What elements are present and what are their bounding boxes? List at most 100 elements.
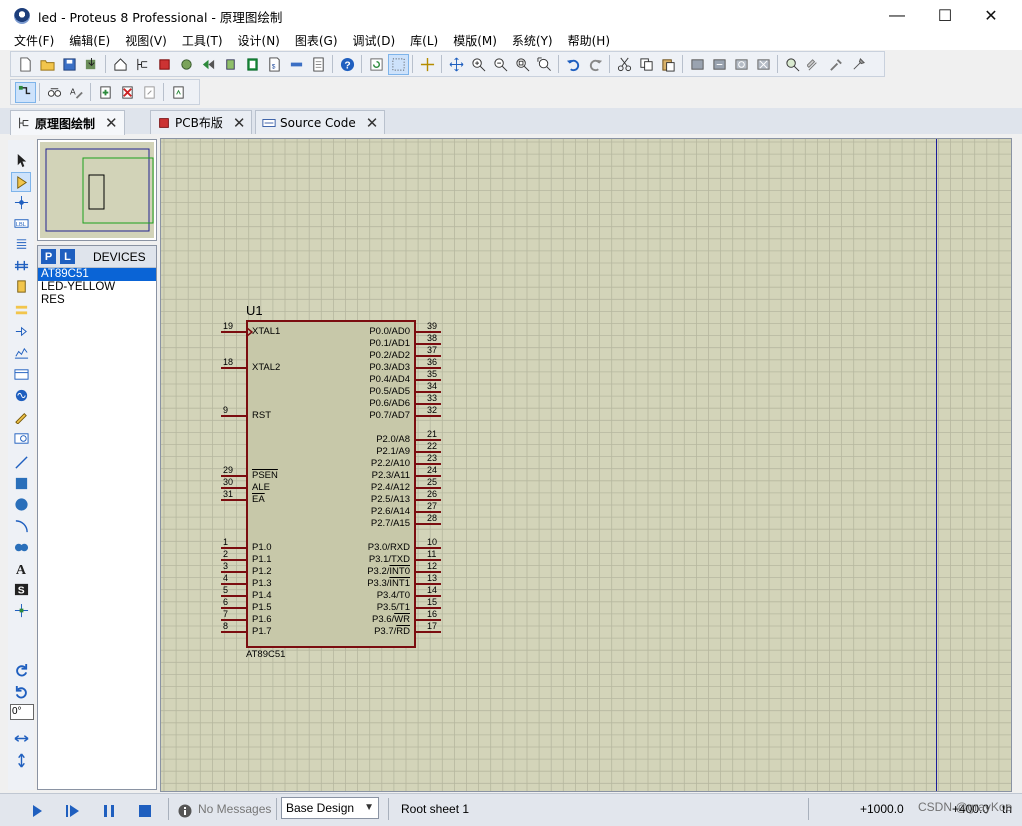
bom-icon[interactable] [242,54,263,75]
overview-window[interactable] [37,139,157,241]
generator-icon[interactable] [11,385,31,405]
menu-graph[interactable]: 图表(G) [287,32,345,50]
exit-to-parent-icon[interactable] [139,82,160,103]
device-item[interactable]: RES [38,294,156,307]
schematic-capture-icon[interactable] [132,54,153,75]
tab-pcb[interactable]: PCB布版 ✕ [150,110,253,134]
menu-file[interactable]: 文件(F) [0,32,61,50]
box-tool-icon[interactable] [11,473,31,493]
zoom-all-icon[interactable] [512,54,533,75]
tape-recorder-icon[interactable] [11,364,31,384]
buses-icon[interactable] [11,255,31,275]
make-device-icon[interactable] [804,54,825,75]
new-sheet-icon[interactable] [95,82,116,103]
circle-tool-icon[interactable] [11,494,31,514]
close-button[interactable]: ✕ [968,0,1014,32]
open-folder-icon[interactable] [37,54,58,75]
voltage-probe-icon[interactable] [11,406,31,426]
help-icon[interactable]: ? [337,54,358,75]
pan-icon[interactable] [446,54,467,75]
at89c51-component[interactable] [161,139,1011,791]
device-item[interactable]: LED-YELLOW [38,281,156,294]
graph-mode-icon[interactable] [11,342,31,362]
terminals-icon[interactable] [11,300,31,320]
menu-edit[interactable]: 编辑(E) [61,32,117,50]
wire-label-icon[interactable]: LBL [11,213,31,233]
tab-source-code[interactable]: Source Code ✕ [255,110,386,134]
zoom-out-icon[interactable] [490,54,511,75]
source-file-icon[interactable]: $ [264,54,285,75]
tab-schematic[interactable]: 原理图绘制 ✕ [10,110,125,135]
pcb-layout-icon[interactable] [154,54,175,75]
stop-icon[interactable] [136,802,154,820]
redo-icon[interactable] [585,54,606,75]
cut-icon[interactable] [614,54,635,75]
packaging-tool-icon[interactable] [826,54,847,75]
component-mode-icon[interactable] [11,172,31,192]
step-icon[interactable] [64,802,82,820]
rotate-clockwise-icon[interactable] [11,660,31,680]
menu-library[interactable]: 库(L) [402,32,445,50]
virtual-instruments-icon[interactable] [11,428,31,448]
pause-icon[interactable] [100,802,118,820]
3d-viewer-icon[interactable] [176,54,197,75]
paste-icon[interactable] [658,54,679,75]
line-tool-icon[interactable] [11,452,31,472]
block-copy-icon[interactable] [687,54,708,75]
remove-sheet-icon[interactable] [117,82,138,103]
schematic-canvas[interactable]: 19 XTAL1 18 XTAL2 9 RST 29 PSEN 30 ALE 31 EA 1 P1.0 2 P… [160,138,1012,792]
rotate-anticlockwise-icon[interactable] [11,682,31,702]
pick-device-icon[interactable] [782,54,803,75]
close-tab-icon[interactable]: ✕ [366,114,379,132]
pick-devices-button[interactable]: P [41,249,56,264]
menu-tools[interactable]: 工具(T) [174,32,230,50]
arc-tool-icon[interactable] [11,516,31,536]
play-icon[interactable] [28,802,46,820]
mirror-vertical-icon[interactable] [11,750,31,770]
zoom-in-icon[interactable] [468,54,489,75]
menu-debug[interactable]: 调试(D) [345,32,403,50]
marker-tool-icon[interactable] [11,600,31,620]
text-tool-icon[interactable]: A [11,558,31,578]
component-icon[interactable] [286,54,307,75]
minimize-button[interactable]: — [874,0,920,32]
menu-template[interactable]: 模版(M) [445,32,504,50]
menu-design[interactable]: 设计(N) [230,32,287,50]
block-move-icon[interactable] [709,54,730,75]
refresh-icon[interactable] [366,54,387,75]
menu-system[interactable]: 系统(Y) [504,32,560,50]
decompose-icon[interactable] [848,54,869,75]
maximize-button[interactable]: ☐ [922,0,968,32]
zoom-area-icon[interactable] [534,54,555,75]
copy-icon[interactable] [636,54,657,75]
text-script-icon[interactable] [11,234,31,254]
notes-icon[interactable] [308,54,329,75]
block-delete-icon[interactable] [753,54,774,75]
rotation-angle-field[interactable]: 0° [10,704,34,720]
junction-dot-icon[interactable] [11,192,31,212]
device-pins-icon[interactable] [11,321,31,341]
selection-mode-icon[interactable] [11,150,31,170]
search-tag-icon[interactable] [44,82,65,103]
menu-view[interactable]: 视图(V) [117,32,174,50]
subcircuit-icon[interactable] [11,276,31,296]
home-icon[interactable] [110,54,131,75]
path-tool-icon[interactable] [11,537,31,557]
block-rotate-icon[interactable] [731,54,752,75]
library-manager-button[interactable]: L [60,249,75,264]
messages-status[interactable]: No Messages [198,800,271,818]
wire-autorouter-icon[interactable] [14,81,36,103]
property-assignment-icon[interactable]: A [66,82,87,103]
new-file-icon[interactable] [15,54,36,75]
close-tab-icon[interactable]: ✕ [233,114,246,132]
origin-icon[interactable] [417,54,438,75]
import-icon[interactable] [81,54,102,75]
device-item[interactable]: AT89C51 [38,268,156,281]
save-icon[interactable] [59,54,80,75]
menu-help[interactable]: 帮助(H) [560,32,617,50]
close-tab-icon[interactable]: ✕ [105,114,118,132]
design-variant-select[interactable]: Base Design ▼ [281,797,379,819]
design-explorer-icon[interactable] [220,54,241,75]
toggle-grid-icon[interactable] [387,53,409,75]
undo-icon[interactable] [563,54,584,75]
